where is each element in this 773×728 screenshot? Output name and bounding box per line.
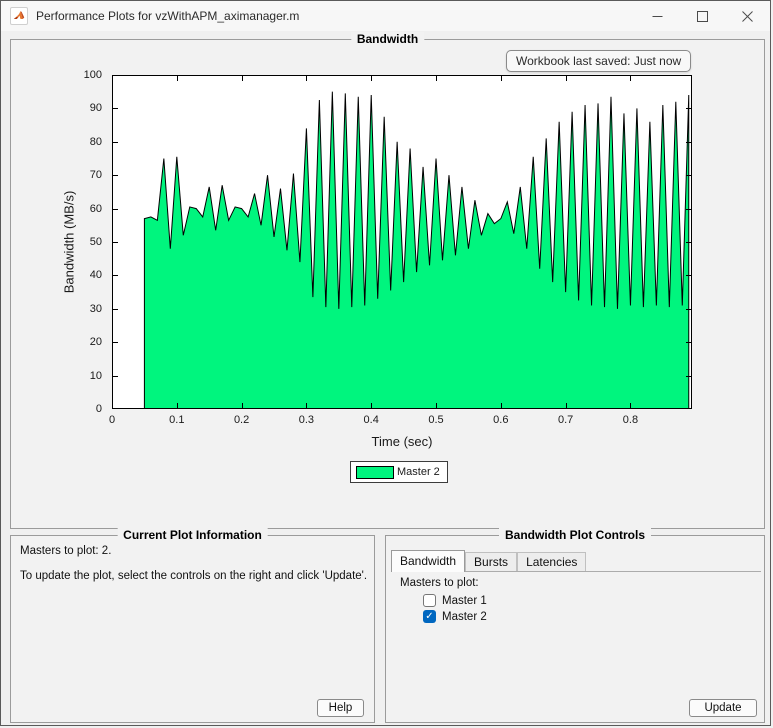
app-window: Performance Plots for vzWithAPM_aximanag… [0,0,771,726]
x-tick-label: 0.8 [613,414,647,426]
matlab-icon [10,7,28,25]
update-button[interactable]: Update [689,699,757,717]
y-tick-label: 80 [68,136,102,148]
titlebar: Performance Plots for vzWithAPM_aximanag… [1,1,770,31]
controls-panel-title: Bandwidth Plot Controls [499,528,651,542]
masters-to-plot-label: Masters to plot: [400,577,479,589]
update-instructions: To update the plot, select the controls … [20,570,367,582]
y-tick-label: 30 [68,303,102,315]
bandwidth-plot-panel: Bandwidth 0102030405060708090100 00.10.2… [10,39,765,529]
current-plot-information-panel: Current Plot Information Masters to plot… [10,535,375,723]
area-series-master2 [144,92,688,409]
y-tick-label: 70 [68,169,102,181]
checkbox-label: Master 1 [442,595,487,607]
info-panel-title: Current Plot Information [117,528,268,542]
legend-label: Master 2 [397,466,440,478]
y-tick-label: 10 [68,370,102,382]
x-axis-tick-labels: 00.10.20.30.40.50.60.70.8 [112,414,692,428]
y-tick-label: 20 [68,336,102,348]
tab-latencies[interactable]: Latencies [517,552,586,571]
x-tick-label: 0.5 [419,414,453,426]
x-tick-label: 0.3 [289,414,323,426]
checkbox-row: ✓ Master 2 [423,609,487,624]
window-title: Performance Plots for vzWithAPM_aximanag… [36,9,299,23]
y-tick-label: 100 [68,69,102,81]
x-tick-label: 0 [95,414,129,426]
workbook-saved-tooltip: Workbook last saved: Just now [506,50,691,72]
master-2-checkbox[interactable]: ✓ [423,610,436,623]
x-tick-label: 0.4 [354,414,388,426]
maximize-icon[interactable] [680,1,725,31]
bandwidth-plot-controls-panel: Bandwidth Plot Controls BandwidthBurstsL… [385,535,765,723]
x-tick-label: 0.7 [549,414,583,426]
plot-panel-title: Bandwidth [351,32,424,46]
x-axis-label: Time (sec) [112,434,692,449]
x-tick-label: 0.1 [160,414,194,426]
masters-to-plot-status: Masters to plot: 2. [20,545,111,557]
help-button[interactable]: Help [317,699,364,717]
minimize-icon[interactable] [635,1,680,31]
checkbox-row: Master 1 [423,593,487,608]
legend[interactable]: Master 2 [350,461,448,483]
close-icon[interactable] [725,1,770,31]
y-axis-label: Bandwidth (MB/s) [62,191,77,294]
x-tick-label: 0.6 [484,414,518,426]
tab-bursts[interactable]: Bursts [465,552,517,571]
y-tick-label: 90 [68,102,102,114]
x-tick-label: 0.2 [225,414,259,426]
masters-checkbox-list: Master 1 ✓ Master 2 [423,593,487,625]
caption-buttons [635,1,770,31]
plot-axes [112,75,692,409]
tab-bandwidth[interactable]: Bandwidth [391,550,465,572]
checkbox-label: Master 2 [442,611,487,623]
legend-swatch [356,466,394,479]
master-1-checkbox[interactable] [423,594,436,607]
plot-controls-tabs: BandwidthBurstsLatencies [391,550,761,572]
